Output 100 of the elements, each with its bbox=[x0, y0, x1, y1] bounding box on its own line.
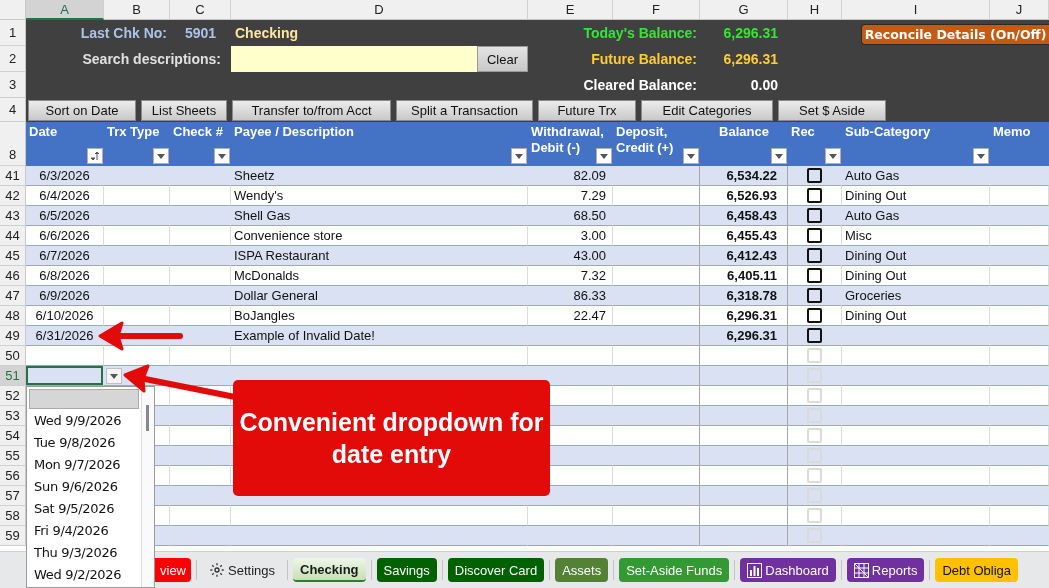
sheet-tab[interactable]: Discover Card bbox=[447, 558, 545, 582]
row-number[interactable]: 48 bbox=[0, 306, 26, 326]
checkbox[interactable] bbox=[807, 168, 822, 183]
caret-icon bbox=[515, 153, 523, 159]
row-number[interactable]: 50 bbox=[0, 346, 26, 366]
caret-icon bbox=[829, 153, 837, 159]
checkbox[interactable] bbox=[807, 328, 822, 343]
row-number[interactable]: 1 bbox=[0, 20, 26, 46]
last-check-label: Last Chk No: bbox=[79, 25, 168, 41]
sheet-tab[interactable]: Set-Aside Funds bbox=[619, 558, 730, 582]
sheet-tab[interactable]: Dashboard bbox=[740, 558, 836, 582]
column-label: Balance bbox=[719, 124, 769, 140]
filter-button[interactable] bbox=[214, 148, 230, 164]
scrollbar[interactable] bbox=[141, 387, 154, 587]
row-number[interactable]: 4 bbox=[0, 98, 26, 122]
date-option[interactable]: Fri 9/4/2026 bbox=[29, 519, 141, 541]
checkbox[interactable] bbox=[807, 188, 822, 203]
sheet-tab[interactable]: Assets bbox=[555, 558, 609, 582]
row-number[interactable]: 45 bbox=[0, 246, 26, 266]
filter-button[interactable] bbox=[511, 148, 527, 164]
search-field[interactable] bbox=[231, 46, 477, 72]
row-number[interactable]: 3 bbox=[0, 72, 26, 98]
row-number[interactable]: 52 bbox=[0, 386, 26, 406]
checkbox[interactable] bbox=[807, 288, 822, 303]
row-number[interactable]: 49 bbox=[0, 326, 26, 346]
sheet-tab[interactable]: Checking bbox=[293, 558, 366, 582]
filter-button[interactable] bbox=[87, 148, 103, 164]
toolbar-button[interactable]: Set $ Aside bbox=[778, 99, 886, 121]
filter-button[interactable] bbox=[153, 148, 169, 164]
toolbar-button[interactable]: List Sheets bbox=[141, 99, 227, 121]
column-header[interactable]: E bbox=[528, 0, 613, 20]
checkbox[interactable] bbox=[807, 228, 822, 243]
checkbox[interactable] bbox=[807, 208, 822, 223]
column-header[interactable]: F bbox=[613, 0, 700, 20]
caret-icon bbox=[157, 153, 165, 159]
filter-button[interactable] bbox=[683, 148, 699, 164]
date-option[interactable]: Wed 9/9/2026 bbox=[29, 409, 141, 431]
row-number[interactable]: 41 bbox=[0, 166, 26, 186]
date-option[interactable]: Wed 9/2/2026 bbox=[29, 563, 141, 585]
date-option[interactable]: Sat 9/5/2026 bbox=[29, 497, 141, 519]
sheet-tab[interactable]: Reports bbox=[846, 558, 925, 582]
filter-button[interactable] bbox=[771, 148, 787, 164]
row-number[interactable]: 43 bbox=[0, 206, 26, 226]
row-number[interactable]: 44 bbox=[0, 226, 26, 246]
row-number[interactable]: 51 bbox=[0, 366, 26, 386]
date-option[interactable]: Thu 9/3/2026 bbox=[29, 541, 141, 563]
sheet-tab[interactable]: Settings bbox=[202, 558, 282, 582]
filter-button[interactable] bbox=[825, 148, 841, 164]
row-number[interactable]: 46 bbox=[0, 266, 26, 286]
date-option[interactable]: Sun 9/6/2026 bbox=[29, 475, 141, 497]
filter-button[interactable] bbox=[973, 148, 989, 164]
column-label: Date bbox=[29, 124, 58, 140]
reconcile-button[interactable]: Reconcile Details (On/Off) bbox=[861, 24, 1049, 45]
filter-button[interactable] bbox=[596, 148, 612, 164]
sheet-tab[interactable]: Debt Obliga bbox=[935, 558, 1019, 582]
column-header[interactable]: I bbox=[842, 0, 990, 20]
checkbox[interactable] bbox=[807, 268, 822, 283]
toolbar-button[interactable]: Split a Transaction bbox=[396, 99, 533, 121]
column-label: Trx Type bbox=[107, 124, 160, 140]
row-number[interactable]: 2 bbox=[0, 46, 26, 72]
column-label: Payee / Description bbox=[234, 124, 354, 140]
toolbar-button[interactable]: Future Trx bbox=[538, 99, 636, 121]
column-header[interactable]: J bbox=[990, 0, 1049, 20]
row-number[interactable]: 55 bbox=[0, 446, 26, 466]
clear-button[interactable]: Clear bbox=[477, 46, 528, 72]
date-option[interactable]: Mon 9/7/2026 bbox=[29, 453, 141, 475]
toolbar-button[interactable]: Sort on Date bbox=[28, 99, 136, 121]
toolbar-button[interactable]: Transfer to/from Acct bbox=[232, 99, 391, 121]
row-number[interactable]: 54 bbox=[0, 426, 26, 446]
column-label: Sub-Category bbox=[845, 124, 931, 140]
dropdown-button[interactable] bbox=[106, 368, 122, 384]
checkbox[interactable] bbox=[807, 308, 822, 323]
caret-icon bbox=[775, 153, 783, 159]
column-header[interactable]: G bbox=[700, 0, 788, 20]
balance-label: Today's Balance: bbox=[582, 25, 698, 41]
row-number[interactable]: 58 bbox=[0, 506, 26, 526]
table-cell[interactable] bbox=[26, 346, 104, 366]
date-option[interactable]: Tue 9/8/2026 bbox=[29, 431, 141, 453]
row-number[interactable]: 53 bbox=[0, 406, 26, 426]
column-header[interactable]: D bbox=[231, 0, 528, 20]
bar-chart-icon bbox=[747, 562, 763, 578]
column-header[interactable]: H bbox=[788, 0, 842, 20]
sheet-tab[interactable]: Savings bbox=[376, 558, 437, 582]
row-number[interactable]: 8 bbox=[0, 122, 26, 166]
row-number[interactable]: 57 bbox=[0, 486, 26, 506]
column-header[interactable]: B bbox=[104, 0, 170, 20]
column-header[interactable]: A bbox=[26, 0, 104, 20]
gear-icon bbox=[209, 562, 225, 578]
row-number[interactable]: 42 bbox=[0, 186, 26, 206]
row-number[interactable]: 59 bbox=[0, 526, 26, 546]
column-header[interactable]: C bbox=[170, 0, 231, 20]
row-number[interactable]: 56 bbox=[0, 466, 26, 486]
column-label: Memo bbox=[993, 124, 1031, 140]
sheet-tab[interactable]: view bbox=[155, 558, 191, 582]
balance-value: 0.00 bbox=[749, 77, 779, 93]
column-label: Rec bbox=[791, 124, 815, 140]
row-number[interactable]: 47 bbox=[0, 286, 26, 306]
toolbar-button[interactable]: Edit Categories bbox=[641, 99, 773, 121]
caret-icon bbox=[600, 153, 608, 159]
checkbox[interactable] bbox=[807, 248, 822, 263]
